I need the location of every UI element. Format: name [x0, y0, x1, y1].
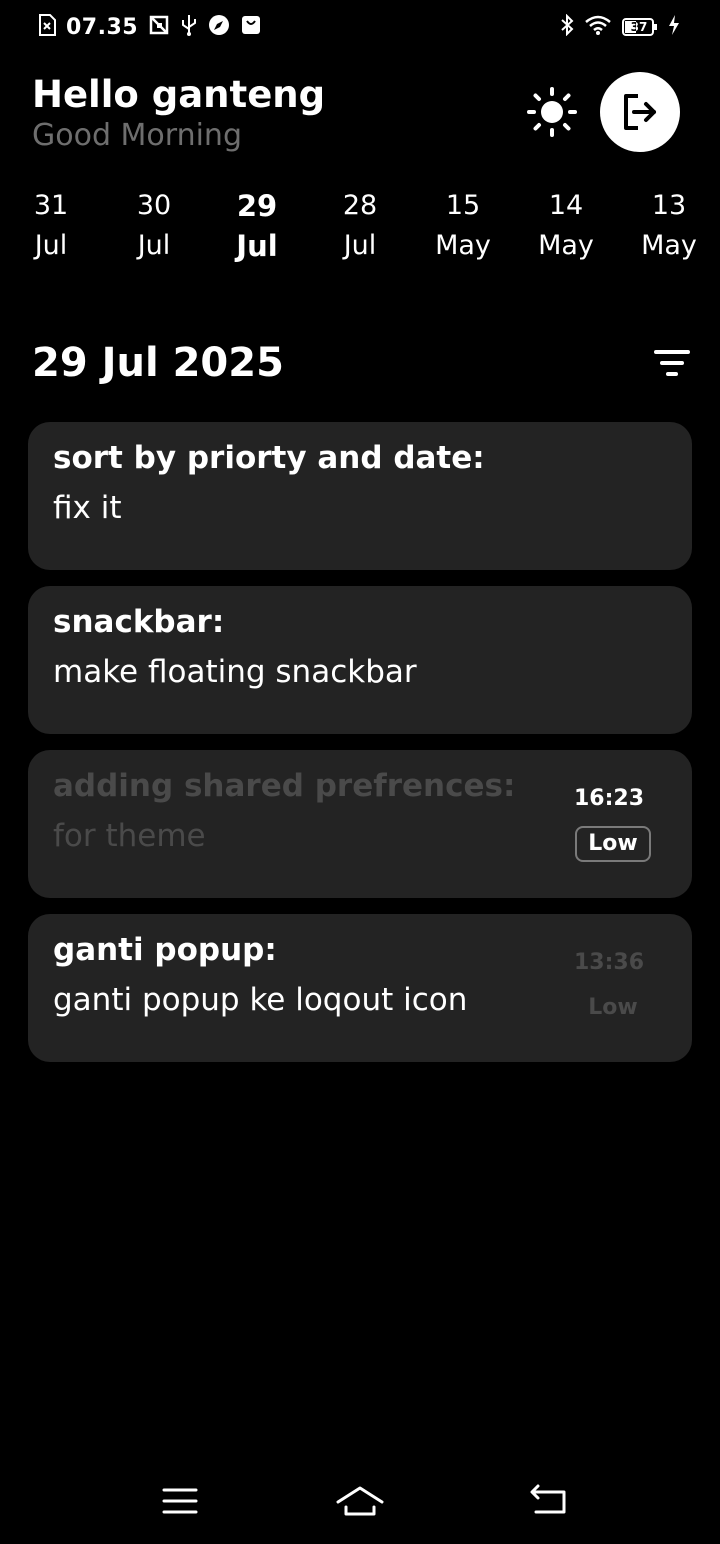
task-card[interactable]: ganti popup: ganti popup ke loqout icon …	[28, 914, 692, 1062]
task-title: snackbar:	[53, 604, 225, 640]
sun-icon	[527, 87, 577, 137]
date-item[interactable]: 30 Jul	[109, 186, 199, 266]
task-time: 13:36	[573, 950, 644, 975]
task-title: ganti popup:	[53, 932, 277, 968]
home-icon	[336, 1486, 384, 1516]
priority-badge: Low	[575, 826, 651, 862]
shopping-bag-icon	[240, 14, 262, 40]
task-description: fix it	[53, 490, 122, 526]
date-day: 15	[445, 190, 481, 221]
screenshot-icon	[148, 14, 170, 40]
task-card[interactable]: sort by priorty and date: fix it	[28, 422, 692, 570]
date-month: May	[641, 230, 697, 261]
task-card[interactable]: snackbar: make floating snackbar	[28, 586, 692, 734]
recents-button[interactable]	[156, 1482, 204, 1522]
date-month: Jul	[137, 230, 171, 261]
date-strip: 31 Jul 30 Jul 29 Jul 28 Jul 15 May 14 Ma…	[0, 186, 720, 270]
date-day: 30	[136, 190, 172, 221]
task-description: for theme	[53, 818, 206, 854]
back-button[interactable]	[524, 1482, 572, 1522]
task-description: ganti popup ke loqout icon	[53, 982, 468, 1018]
priority-badge: Low	[588, 995, 638, 1020]
charging-icon	[668, 14, 680, 40]
logout-icon	[624, 94, 656, 130]
date-month: Jul	[236, 229, 278, 263]
date-month: Jul	[34, 230, 68, 261]
date-month: May	[435, 230, 491, 261]
task-description: make floating snackbar	[53, 654, 417, 690]
battery-level: 37	[630, 20, 648, 34]
date-month: May	[538, 230, 594, 261]
date-day: 28	[342, 190, 378, 221]
selected-date-title: 29 Jul 2025	[32, 340, 284, 386]
bluetooth-icon	[560, 13, 574, 40]
greeting-title: Hello ganteng	[32, 73, 326, 116]
filter-icon	[654, 350, 690, 376]
date-item-selected[interactable]: 29 Jul	[212, 186, 302, 266]
greeting-block: Hello ganteng Good Morning	[32, 72, 325, 154]
date-item[interactable]: 13 May	[624, 186, 714, 266]
greeting-subtitle: Good Morning	[32, 118, 242, 153]
menu-icon	[162, 1488, 198, 1514]
compass-icon	[208, 14, 230, 40]
date-month: Jul	[343, 230, 377, 261]
status-time: 07.35	[66, 14, 139, 40]
theme-toggle-button[interactable]	[526, 86, 578, 138]
date-item[interactable]: 14 May	[521, 186, 611, 266]
task-time: 16:23	[573, 786, 644, 811]
task-card-completed[interactable]: adding shared prefrences: for theme 16:2…	[28, 750, 692, 898]
back-icon	[530, 1484, 566, 1514]
date-day: 14	[548, 190, 584, 221]
date-day: 13	[651, 190, 687, 221]
date-item[interactable]: 28 Jul	[315, 186, 405, 266]
status-bar-right: 37	[560, 13, 680, 40]
no-sim-icon	[38, 14, 56, 40]
date-day: 29	[236, 189, 278, 223]
date-item[interactable]: 31 Jul	[6, 186, 96, 266]
logout-button[interactable]	[600, 72, 680, 152]
status-bar-left: 07.35	[38, 14, 262, 40]
task-title: adding shared prefrences:	[53, 768, 516, 804]
date-item[interactable]: 15 May	[418, 186, 508, 266]
filter-button[interactable]	[650, 346, 694, 382]
system-nav-bar	[0, 1470, 720, 1544]
usb-icon	[180, 14, 198, 40]
wifi-icon	[584, 14, 612, 40]
date-day: 31	[33, 190, 69, 221]
home-button[interactable]	[336, 1482, 384, 1522]
task-title: sort by priorty and date:	[53, 440, 485, 476]
battery-icon: 37	[622, 18, 658, 36]
status-bar: 07.35 37	[0, 0, 720, 56]
